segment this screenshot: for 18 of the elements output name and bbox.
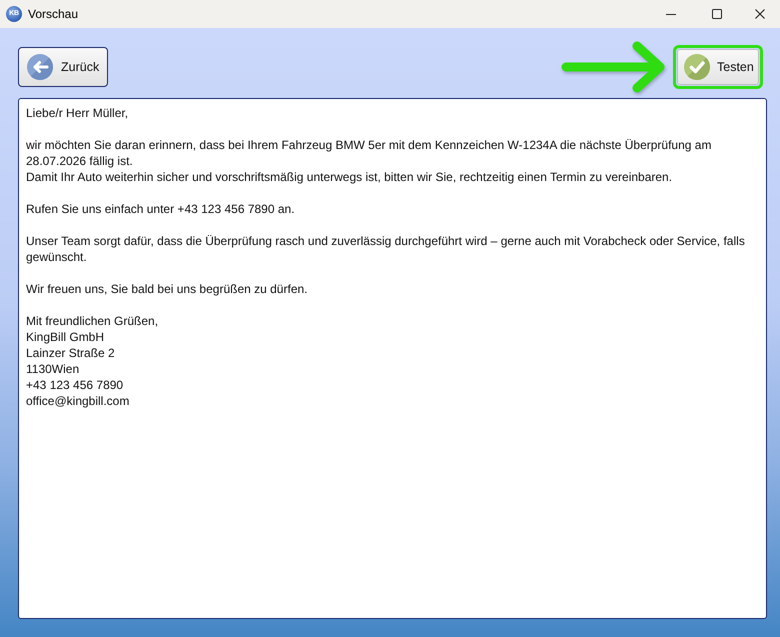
message-line: KingBill GmbH (26, 329, 106, 345)
window-title: Vorschau (28, 6, 78, 22)
message-line: Unser Team sorgt dafür, dass die Überprüfung rasch und zuverlässig durchgeführt wird – gerne auch mit Vorabcheck oder Service, falls gewünscht. (26, 233, 746, 265)
check-icon (684, 54, 710, 80)
maximize-icon[interactable] (712, 9, 722, 19)
message-line: office@kingbill.com (26, 393, 130, 409)
message-line: Lainzer Straße 2 (26, 345, 116, 361)
message-line: Liebe/r Herr Müller, (26, 105, 130, 121)
message-line: Damit Ihr Auto weiterhin sicher und vorschriftsmäßig unterwegs ist, bitten wir Sie, rechtzeitig einen Termin zu vereinbaren. (26, 169, 674, 185)
message-line: Mit freundlichen Grüßen, (26, 313, 160, 329)
back-button[interactable]: Zurück (18, 47, 108, 87)
close-icon[interactable] (755, 9, 765, 19)
message-line: wir möchten Sie daran erinnern, dass bei Ihrem Fahrzeug BMW 5er mit dem Kennzeichen W-1234A die nächste Überprüfung am 28.07.2026 fällig ist. (26, 137, 712, 169)
message-line: Wir freuen uns, Sie bald bei uns begrüßen zu dürfen. (26, 281, 308, 297)
message-line: +43 123 456 7890 (26, 377, 124, 393)
test-button[interactable]: Testen (677, 49, 759, 85)
message-line: 1130Wien (26, 361, 80, 377)
message-line: Rufen Sie uns einfach unter +43 123 456 7890 an. (26, 201, 296, 217)
